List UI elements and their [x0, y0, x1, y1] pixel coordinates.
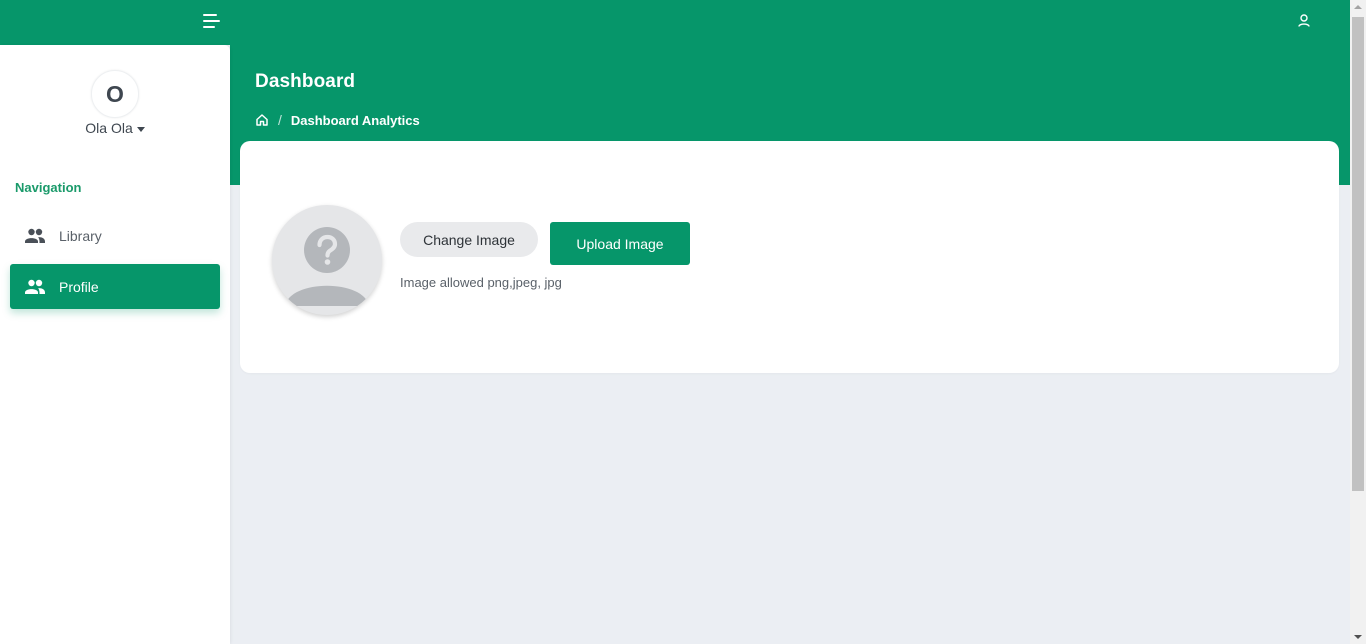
menu-toggle-icon[interactable]: [200, 12, 222, 30]
scroll-down-arrow-icon[interactable]: [1354, 635, 1362, 639]
sidebar: O Ola Ola Navigation Library Profile: [0, 45, 230, 644]
users-icon: [25, 228, 45, 243]
users-icon: [25, 279, 45, 294]
app-viewport: Dashboard / Dashboard Analytics O Ola Ol…: [0, 0, 1366, 644]
breadcrumb: / Dashboard Analytics: [255, 111, 420, 129]
page-scrollbar[interactable]: [1350, 0, 1366, 644]
sidebar-item-profile[interactable]: Profile: [10, 264, 220, 309]
profile-picture: [272, 205, 382, 315]
scroll-up-arrow-icon[interactable]: [1354, 5, 1362, 9]
breadcrumb-current: Dashboard Analytics: [290, 112, 420, 128]
user-name-label: Ola Ola: [85, 120, 133, 136]
breadcrumb-separator: /: [278, 112, 282, 128]
unknown-person-icon: [285, 227, 369, 306]
image-format-hint: Image allowed png,jpeg, jpg: [400, 275, 562, 290]
caret-down-icon: [136, 126, 145, 132]
sidebar-item-label: Profile: [59, 278, 99, 295]
scrollbar-thumb[interactable]: [1352, 17, 1364, 491]
sidebar-item-label: Library: [59, 227, 102, 244]
change-image-button[interactable]: Change Image: [400, 222, 538, 257]
page-title: Dashboard: [255, 71, 356, 92]
navigation-heading: Navigation: [15, 180, 82, 195]
sidebar-item-library[interactable]: Library: [10, 213, 220, 258]
user-menu-toggle[interactable]: Ola Ola: [0, 120, 230, 136]
avatar[interactable]: O: [91, 70, 139, 118]
top-bar: [0, 0, 1350, 45]
user-account-icon[interactable]: [1294, 11, 1314, 31]
upload-image-button[interactable]: Upload Image: [550, 222, 690, 265]
profile-image-card: [240, 141, 1339, 373]
home-icon[interactable]: [255, 113, 269, 127]
